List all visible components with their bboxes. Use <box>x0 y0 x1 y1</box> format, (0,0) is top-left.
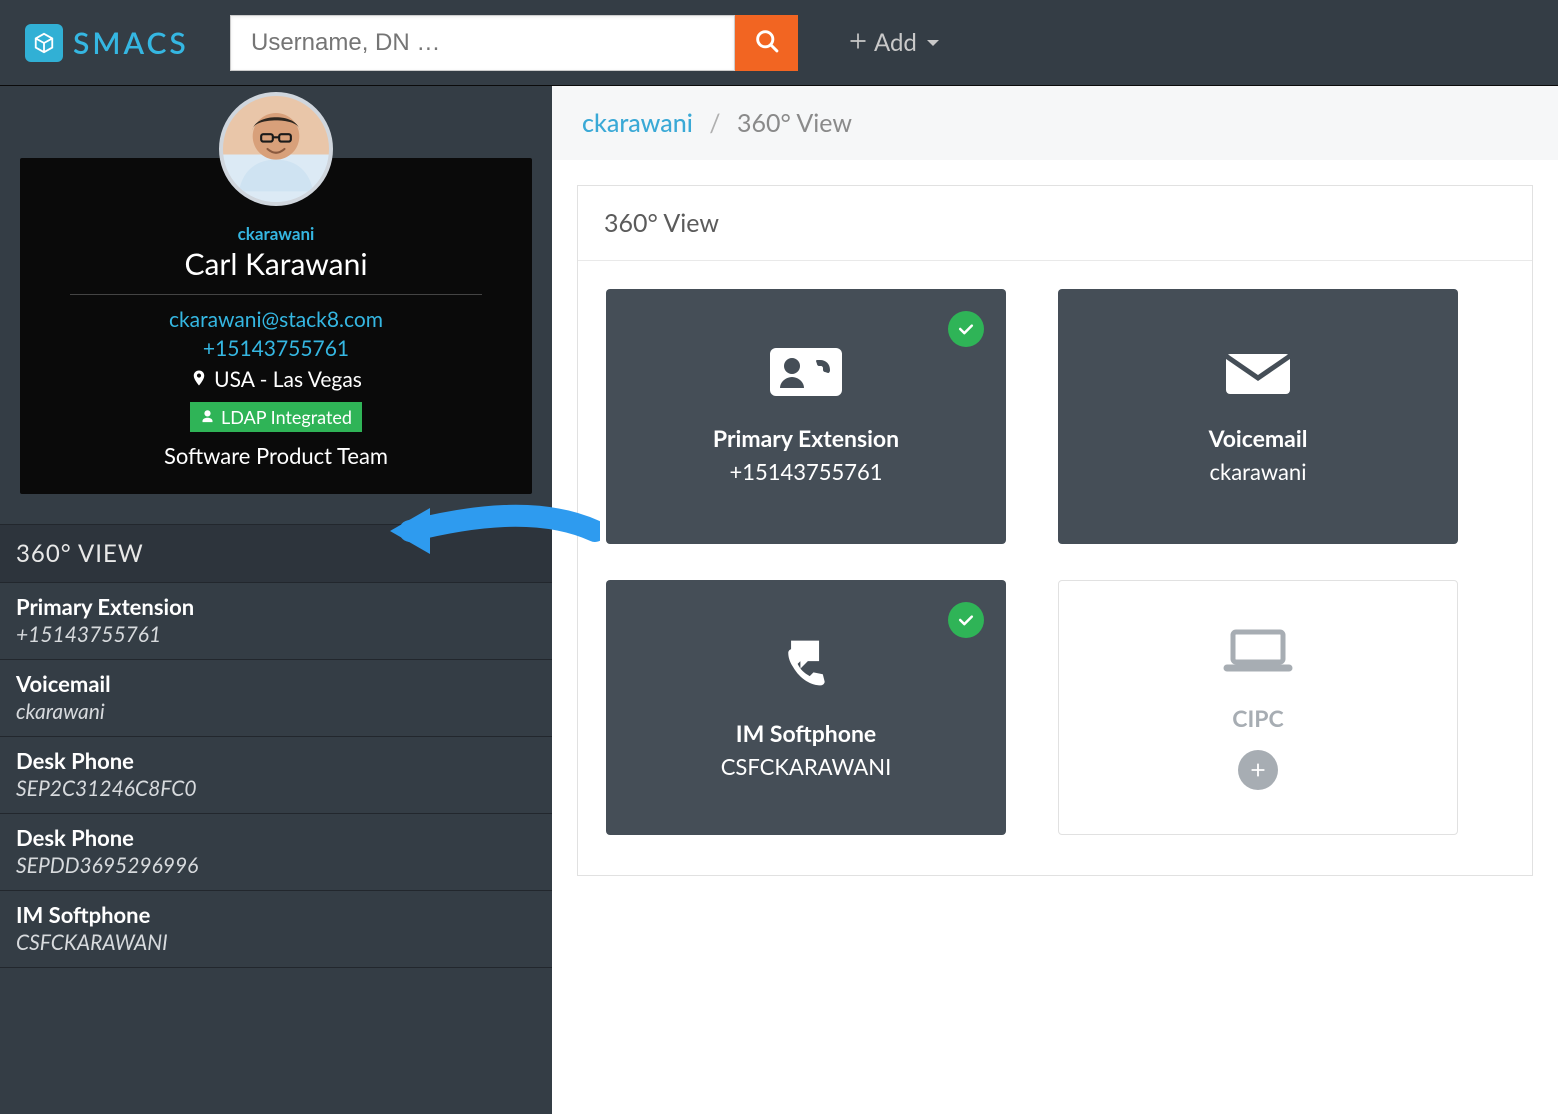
plus-icon <box>848 29 868 56</box>
breadcrumb: ckarawani / 360° View <box>552 86 1558 160</box>
profile-email[interactable]: ckarawani@stack8.com <box>45 307 507 332</box>
side-item-title: Desk Phone <box>16 824 536 851</box>
tile-sub: +15143755761 <box>729 458 882 485</box>
check-icon <box>948 602 984 638</box>
avatar <box>219 92 333 206</box>
profile-phone[interactable]: +15143755761 <box>45 336 507 361</box>
check-icon <box>948 311 984 347</box>
side-list: 360° VIEW Primary Extension +15143755761… <box>0 524 552 968</box>
side-item-value: +15143755761 <box>16 622 536 647</box>
logo-mark-icon <box>25 24 63 62</box>
breadcrumb-sep: / <box>709 108 720 138</box>
tile-cipc[interactable]: CIPC <box>1058 580 1458 835</box>
tile-title: CIPC <box>1232 704 1284 732</box>
tile-voicemail[interactable]: Voicemail ckarawani <box>1058 289 1458 544</box>
add-circle-icon[interactable] <box>1238 750 1278 790</box>
side-item-value: SEPDD3695296996 <box>16 853 536 878</box>
side-item[interactable]: Primary Extension +15143755761 <box>0 583 552 660</box>
tile-title: Voicemail <box>1209 424 1308 452</box>
envelope-icon <box>1222 348 1294 400</box>
search-button[interactable] <box>735 15 798 71</box>
ldap-badge: LDAP Integrated <box>190 402 362 432</box>
tile-primary-extension[interactable]: Primary Extension +15143755761 <box>606 289 1006 544</box>
logo-text: SMACS <box>73 25 189 61</box>
search-group <box>230 15 798 71</box>
search-input[interactable] <box>230 15 735 71</box>
breadcrumb-link[interactable]: ckarawani <box>582 108 693 138</box>
side-item-title: Primary Extension <box>16 593 536 620</box>
profile-card: ckarawani Carl Karawani ckarawani@stack8… <box>20 158 532 494</box>
profile-username: ckarawani <box>45 223 507 244</box>
navbar: SMACS Add <box>0 0 1558 86</box>
side-item-value: SEP2C31246C8FC0 <box>16 776 536 801</box>
add-menu[interactable]: Add <box>848 28 939 57</box>
profile-team: Software Product Team <box>45 442 507 469</box>
tile-sub: ckarawani <box>1210 458 1307 485</box>
chevron-down-icon <box>927 40 939 46</box>
side-item-value: CSFCKARAWANI <box>16 930 536 955</box>
laptop-icon <box>1223 626 1293 680</box>
side-list-heading[interactable]: 360° VIEW <box>0 524 552 583</box>
profile-location: USA - Las Vegas <box>214 367 362 392</box>
side-item-title: Desk Phone <box>16 747 536 774</box>
tile-title: IM Softphone <box>736 719 876 747</box>
tile-title: Primary Extension <box>713 424 899 452</box>
panel-360: 360° View Primary Extension +15143755761 <box>577 185 1533 876</box>
side-item[interactable]: Desk Phone SEPDD3695296996 <box>0 814 552 891</box>
side-item-title: IM Softphone <box>16 901 536 928</box>
profile-fullname: Carl Karawani <box>45 246 507 282</box>
tile-sub: CSFCKARAWANI <box>721 753 892 780</box>
main: ckarawani / 360° View 360° View Primary … <box>552 86 1558 1114</box>
side-item[interactable]: Voicemail ckarawani <box>0 660 552 737</box>
sidebar: ckarawani Carl Karawani ckarawani@stack8… <box>0 86 552 1114</box>
panel-heading: 360° View <box>578 186 1532 261</box>
softphone-icon <box>778 635 834 695</box>
user-icon <box>200 406 215 428</box>
side-item-title: Voicemail <box>16 670 536 697</box>
logo[interactable]: SMACS <box>25 24 230 62</box>
map-pin-icon <box>190 367 208 392</box>
add-label: Add <box>874 28 917 57</box>
search-icon <box>753 27 781 58</box>
side-item-value: ckarawani <box>16 699 536 724</box>
side-item[interactable]: IM Softphone CSFCKARAWANI <box>0 891 552 968</box>
tile-im-softphone[interactable]: IM Softphone CSFCKARAWANI <box>606 580 1006 835</box>
ldap-badge-text: LDAP Integrated <box>221 406 352 428</box>
contact-phone-icon <box>770 348 842 400</box>
breadcrumb-current: 360° View <box>737 108 852 138</box>
side-item[interactable]: Desk Phone SEP2C31246C8FC0 <box>0 737 552 814</box>
